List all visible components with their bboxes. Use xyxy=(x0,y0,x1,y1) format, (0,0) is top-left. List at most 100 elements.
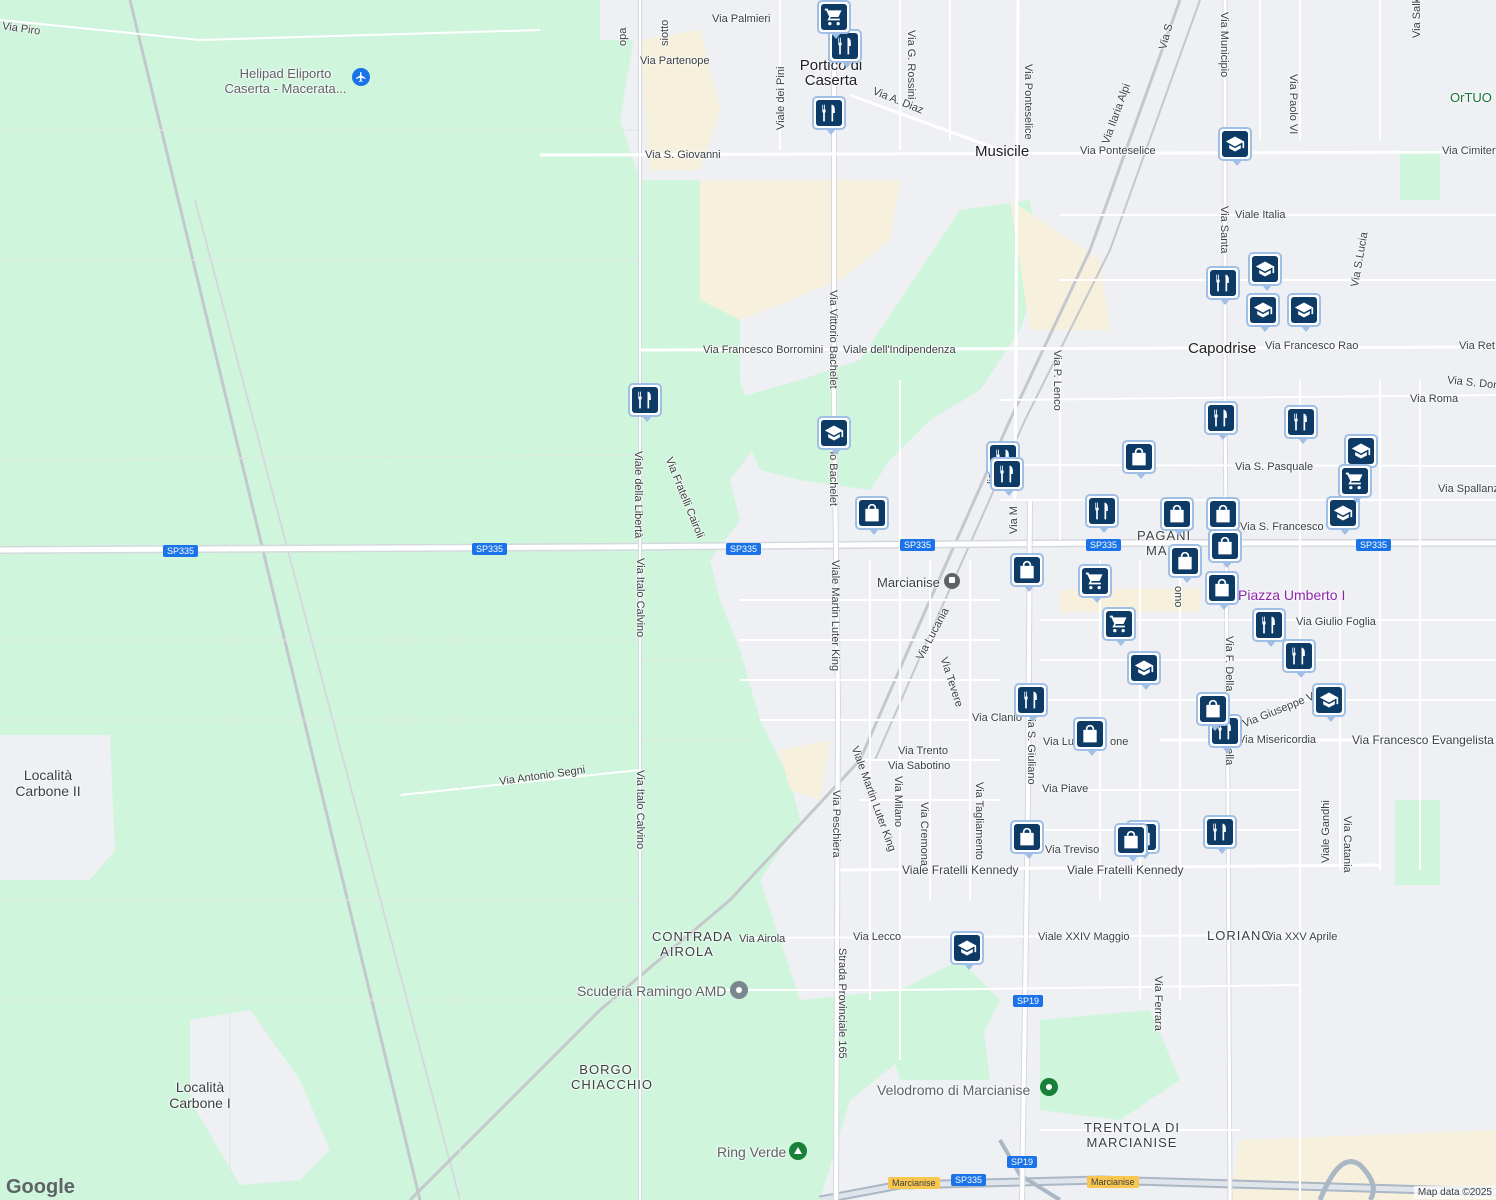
street-label: Via Francesco Rao xyxy=(1265,340,1359,352)
cart-icon[interactable] xyxy=(1338,464,1372,503)
street-label: Via Paolo VI xyxy=(1287,74,1299,135)
school-icon[interactable] xyxy=(1248,252,1282,291)
locality-label-carbone-ii: Località Carbone II xyxy=(15,767,81,799)
street-label: Via Lecco xyxy=(853,931,902,943)
road-shield-sp335: SP335 xyxy=(1086,539,1122,551)
school-icon[interactable] xyxy=(950,931,984,970)
park-icon[interactable] xyxy=(789,1142,807,1160)
airport-icon[interactable] xyxy=(352,68,370,86)
street-label: Via Spallanz xyxy=(1438,483,1496,495)
restaurant-icon[interactable] xyxy=(1282,639,1316,678)
google-logo: Google xyxy=(6,1176,75,1198)
area-label-borgo-chiacchio: BORGO CHIACCHIO xyxy=(571,1062,653,1092)
street-label: Via Ponteselice xyxy=(1022,64,1034,140)
school-icon[interactable] xyxy=(1246,293,1280,332)
shopping-bag-icon[interactable] xyxy=(1010,820,1044,859)
street-label: Via Cimiter xyxy=(1442,145,1496,157)
street-label: Via F. Della xyxy=(1223,636,1235,692)
area-label-contrada-airola: CONTRADA AIROLA xyxy=(652,929,733,959)
shopping-bag-icon[interactable] xyxy=(1168,544,1202,583)
school-icon[interactable] xyxy=(1218,127,1252,166)
school-icon[interactable] xyxy=(1344,434,1378,473)
road-shield-sp335: SP335 xyxy=(900,539,936,551)
cart-icon[interactable] xyxy=(1102,607,1136,646)
shopping-bag-icon[interactable] xyxy=(1073,717,1107,756)
street-label: Via Giulio Foglia xyxy=(1296,616,1376,628)
shopping-bag-icon[interactable] xyxy=(1160,497,1194,536)
restaurant-icon[interactable] xyxy=(1204,401,1238,440)
shopping-bag-icon[interactable] xyxy=(1208,529,1242,568)
street-label: Via Italo Calvino xyxy=(634,558,646,638)
map-canvas[interactable]: Portico di Caserta Musicile Capodrise Ma… xyxy=(0,0,1496,1200)
shopping-bag-icon[interactable] xyxy=(1206,497,1240,536)
restaurant-icon[interactable] xyxy=(812,96,846,135)
street-label: Via Roma xyxy=(1410,393,1459,405)
road-shield-sp335: SP335 xyxy=(726,543,762,555)
road-shield-sp335: SP335 xyxy=(163,545,199,557)
restaurant-icon[interactable] xyxy=(990,457,1024,496)
shopping-bag-icon[interactable] xyxy=(1114,823,1148,862)
street-label: Via Sabotino xyxy=(888,760,951,772)
poi-label-ring-verde[interactable]: Ring Verde xyxy=(717,1145,786,1159)
school-icon[interactable] xyxy=(1287,293,1321,332)
poi-label-velodromo[interactable]: Velodromo di Marcianise xyxy=(877,1083,1030,1097)
street-label: one xyxy=(1110,736,1129,748)
train-station-icon[interactable] xyxy=(944,573,960,589)
road-shield-sp335: SP335 xyxy=(1356,539,1392,551)
road-shield-sp335: SP335 xyxy=(951,1174,987,1186)
street-label: opa xyxy=(617,27,629,46)
cart-icon[interactable] xyxy=(1078,564,1112,603)
street-label: Via Treviso xyxy=(1045,844,1100,856)
street-label: Via XXV Aprile xyxy=(1266,931,1338,943)
restaurant-icon[interactable] xyxy=(1203,815,1237,854)
street-label: Via G. Rossini xyxy=(905,30,917,100)
area-label-loriano: LORIANO xyxy=(1207,928,1273,943)
street-label: Via S. Pasquale xyxy=(1235,461,1314,473)
place-icon[interactable] xyxy=(730,981,748,999)
restaurant-icon[interactable] xyxy=(628,383,662,422)
school-icon[interactable] xyxy=(1312,683,1346,722)
shopping-bag-icon[interactable] xyxy=(855,496,889,535)
restaurant-icon[interactable] xyxy=(1252,608,1286,647)
place-label-musicile: Musicile xyxy=(975,143,1030,160)
poi-label-helipad[interactable]: Helipad Eliporto Caserta - Macerata... xyxy=(218,66,353,96)
street-label: Via M xyxy=(1008,506,1020,534)
map-data-attribution[interactable]: Map data ©2025 xyxy=(1413,1186,1496,1199)
street-label: Via Trento xyxy=(898,745,948,757)
shopping-bag-icon[interactable] xyxy=(1010,553,1044,592)
street-label: Via Peschiera xyxy=(830,790,842,858)
road-shield-sp19: SP19 xyxy=(1007,1156,1038,1168)
street-label: Viale dell'Indipendenza xyxy=(843,344,956,356)
place-label-marcianise: Marcianise xyxy=(877,575,940,590)
shopping-bag-icon[interactable] xyxy=(1196,692,1230,731)
street-label: Via Ponteselice xyxy=(1080,145,1156,157)
street-label: Viale Gandhi xyxy=(1320,800,1332,863)
street-label: Via Municipio xyxy=(1218,12,1230,78)
street-label: Viale Martin Luter King xyxy=(829,560,841,672)
street-label: Via Tagliamento xyxy=(973,782,985,860)
street-label: Via S. Giovanni xyxy=(645,149,721,161)
shopping-bag-icon[interactable] xyxy=(1122,440,1156,479)
school-icon[interactable] xyxy=(817,416,851,455)
street-label: Via S. Francesco xyxy=(1240,521,1324,533)
street-label: Viale XXIV Maggio xyxy=(1038,931,1130,943)
shopping-bag-icon[interactable] xyxy=(1205,571,1239,610)
street-label: Via Vittorio Bachelet xyxy=(827,290,839,389)
street-label: siotto xyxy=(659,19,671,46)
school-icon[interactable] xyxy=(1127,651,1161,690)
restaurant-icon[interactable] xyxy=(1085,494,1119,533)
place-label-capodrise: Capodrise xyxy=(1188,340,1257,357)
restaurant-icon[interactable] xyxy=(1206,266,1240,305)
cart-icon[interactable] xyxy=(817,0,851,39)
poi-label-ortuo: OrTUO xyxy=(1450,90,1492,105)
street-label: Via P. Lenco xyxy=(1051,350,1063,411)
exit-shield-marcianise: Marcianise xyxy=(1087,1176,1139,1188)
street-label: Via Piave xyxy=(1042,783,1089,795)
street-label: Via Milano xyxy=(892,776,904,828)
restaurant-icon[interactable] xyxy=(1014,683,1048,722)
poi-label-piazza[interactable]: Piazza Umberto I xyxy=(1238,588,1345,602)
park-icon[interactable] xyxy=(1040,1078,1058,1096)
street-label: Via Cremona xyxy=(918,802,930,866)
poi-label-scuderia[interactable]: Scuderia Ramingo AMD xyxy=(577,984,726,998)
restaurant-icon[interactable] xyxy=(1284,405,1318,444)
